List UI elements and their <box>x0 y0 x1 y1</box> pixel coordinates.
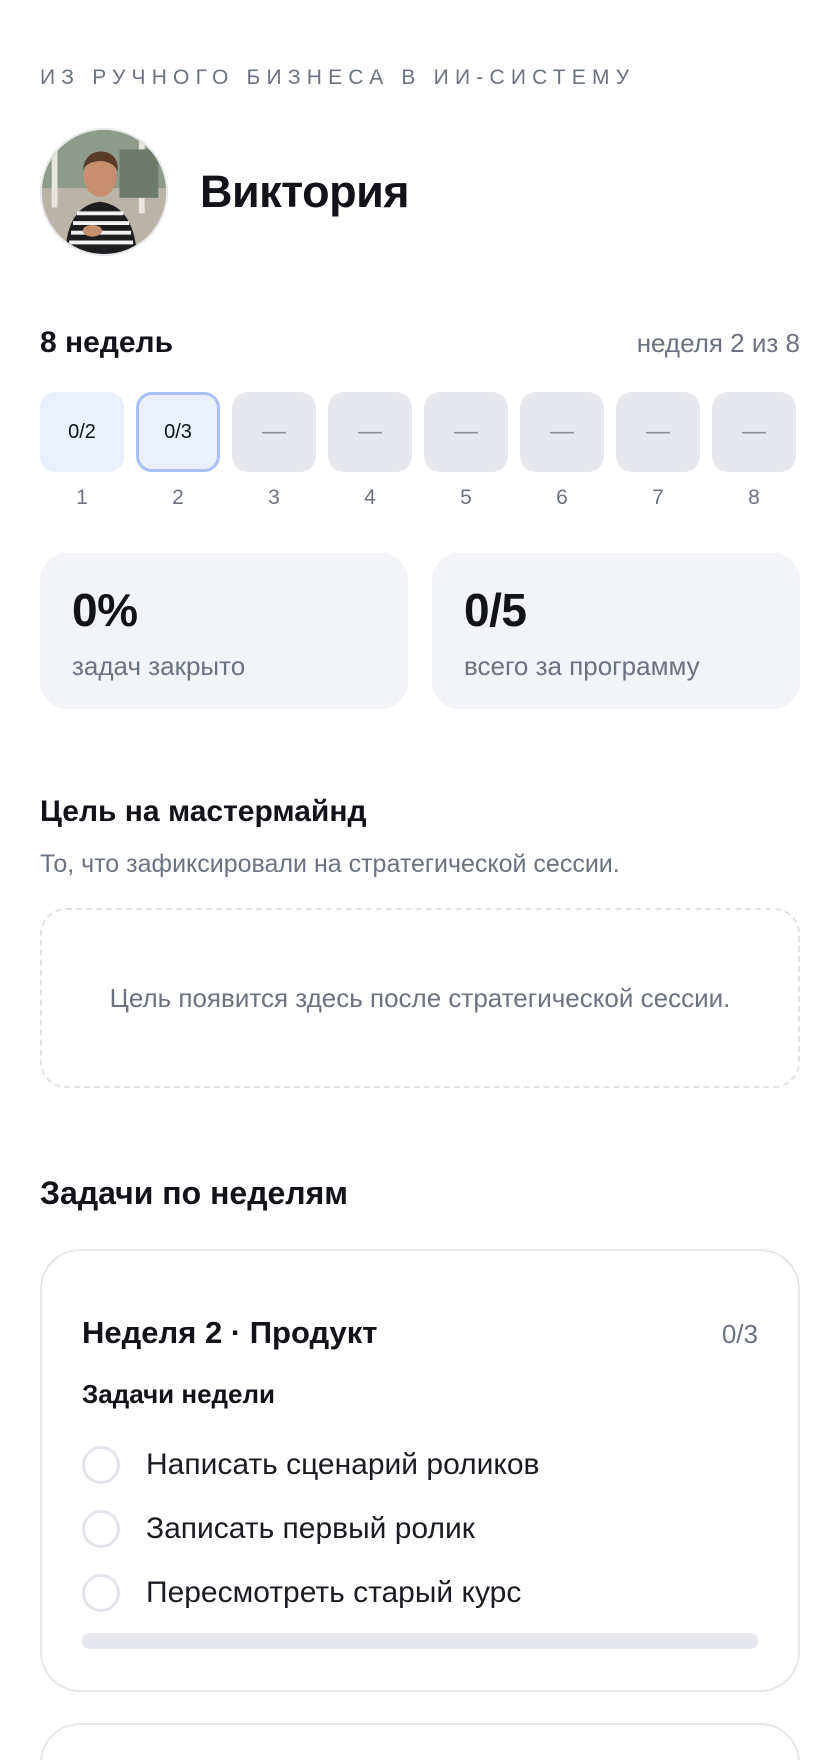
week-tracker: 0/2 1 0/3 2 — 3 — 4 — 5 — 6 — 7 — 8 <box>40 392 800 510</box>
week-cell-2[interactable]: 0/3 <box>136 392 220 472</box>
task-checkbox[interactable] <box>82 1446 120 1484</box>
dashboard-page: ИЗ РУЧНОГО БИЗНЕСА В ИИ-СИСТЕМУ Виктория… <box>0 0 840 1760</box>
week-column: — 5 <box>424 392 508 510</box>
task-list-subtitle: Задачи недели <box>82 1379 275 1409</box>
tasks-section-title: Задачи по неделям <box>40 1175 348 1211</box>
profile-header: Виктория <box>40 128 410 256</box>
week-task-card: Неделя 2 · Продукт 0/3 Задачи недели Нап… <box>40 1249 800 1692</box>
week-number: 3 <box>268 486 280 509</box>
week-cell-1[interactable]: 0/2 <box>40 392 124 472</box>
stats-row: 0% задач закрыто 0/5 всего за программу <box>40 553 800 709</box>
goal-section-subtitle: То, что зафиксировали на стратегической … <box>40 850 620 878</box>
stat-card-total: 0/5 всего за программу <box>432 553 800 709</box>
task-checkbox[interactable] <box>82 1510 120 1548</box>
week-cell-3[interactable]: — <box>232 392 316 472</box>
goal-section-title: Цель на мастермайнд <box>40 795 367 828</box>
week-progress-bar <box>82 1633 758 1649</box>
next-week-task-card <box>40 1723 800 1760</box>
week-number: 4 <box>364 486 376 509</box>
task-card-header: Неделя 2 · Продукт 0/3 <box>82 1315 758 1351</box>
week-number: 7 <box>652 486 664 509</box>
week-number: 5 <box>460 486 472 509</box>
task-card-title: Неделя 2 · Продукт <box>82 1315 378 1350</box>
week-cell-8[interactable]: — <box>712 392 796 472</box>
task-text: Написать сценарий роликов <box>146 1448 540 1481</box>
stat-card-completion: 0% задач закрыто <box>40 553 408 709</box>
task-checkbox[interactable] <box>82 1574 120 1612</box>
avatar-photo <box>42 130 166 254</box>
week-number: 2 <box>172 486 184 509</box>
list-item: Записать первый ролик <box>82 1497 758 1561</box>
goal-placeholder: Цель появится здесь после стратегической… <box>40 908 800 1088</box>
week-column: 0/2 1 <box>40 392 124 510</box>
week-cell-7[interactable]: — <box>616 392 700 472</box>
list-item: Написать сценарий роликов <box>82 1433 758 1497</box>
stat-value: 0% <box>72 584 138 636</box>
avatar <box>40 128 168 256</box>
task-text: Записать первый ролик <box>146 1512 475 1545</box>
week-column: — 7 <box>616 392 700 510</box>
week-cell-5[interactable]: — <box>424 392 508 472</box>
stat-label: всего за программу <box>464 651 700 681</box>
task-text: Пересмотреть старый курс <box>146 1576 522 1609</box>
user-name: Виктория <box>200 166 410 217</box>
week-column: — 8 <box>712 392 796 510</box>
week-number: 1 <box>76 486 88 509</box>
weeks-header: 8 недель неделя 2 из 8 <box>40 326 800 360</box>
week-column: — 6 <box>520 392 604 510</box>
week-number: 6 <box>556 486 568 509</box>
week-column: — 4 <box>328 392 412 510</box>
weeks-title: 8 недель <box>40 326 174 359</box>
list-item: Пересмотреть старый курс <box>82 1561 758 1625</box>
week-cell-6[interactable]: — <box>520 392 604 472</box>
task-card-count: 0/3 <box>721 1319 758 1349</box>
week-cell-4[interactable]: — <box>328 392 412 472</box>
stat-value: 0/5 <box>464 584 527 636</box>
week-column: — 3 <box>232 392 316 510</box>
current-week-indicator: неделя 2 из 8 <box>636 328 800 358</box>
stat-label: задач закрыто <box>72 651 246 681</box>
week-column: 0/3 2 <box>136 392 220 510</box>
task-list: Написать сценарий роликов Записать первы… <box>82 1433 758 1625</box>
goal-placeholder-text: Цель появится здесь после стратегической… <box>109 983 731 1013</box>
program-eyebrow: ИЗ РУЧНОГО БИЗНЕСА В ИИ-СИСТЕМУ <box>40 66 636 89</box>
week-number: 8 <box>748 486 760 509</box>
